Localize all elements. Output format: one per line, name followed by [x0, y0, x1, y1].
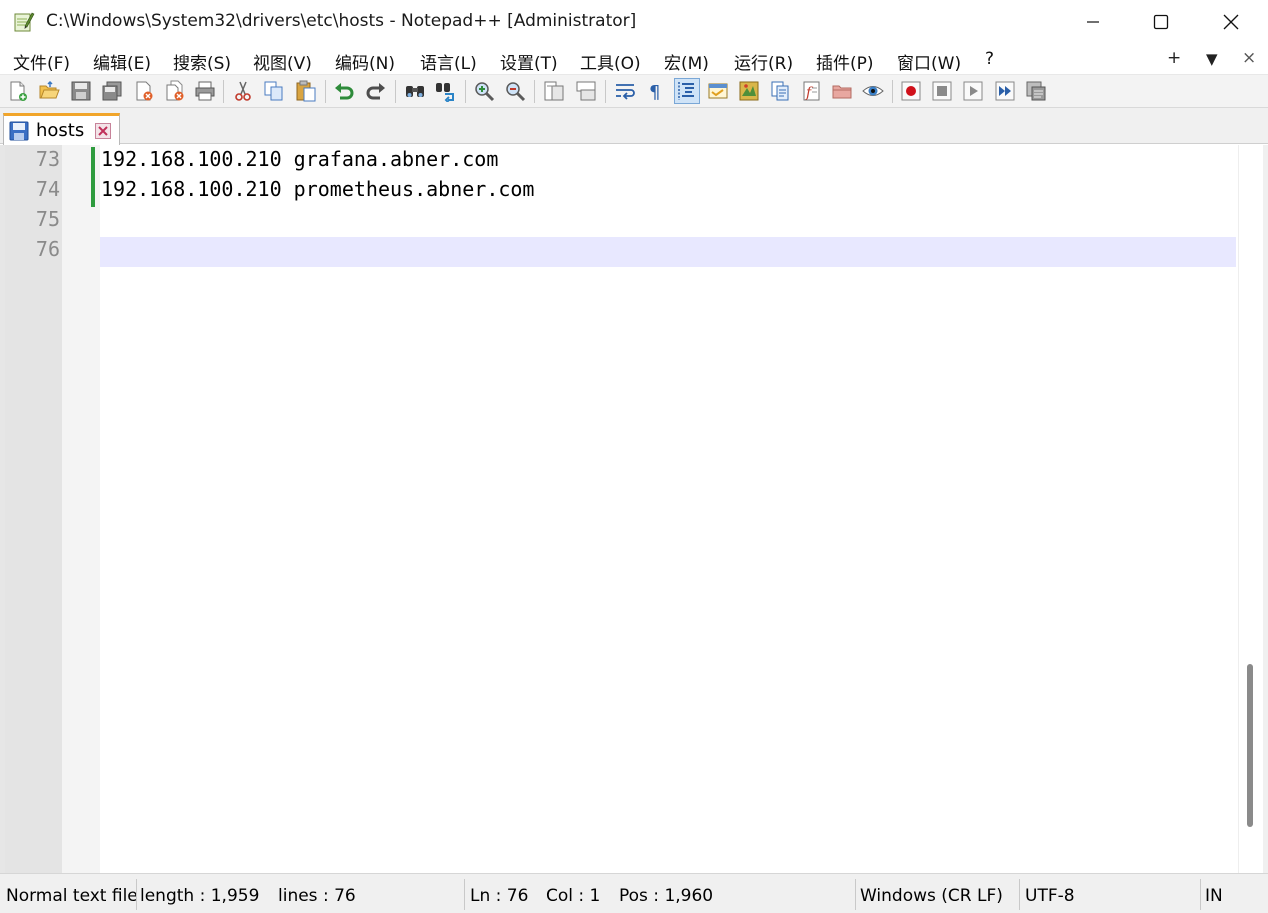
- sync-horizontal-icon[interactable]: [574, 79, 598, 103]
- save-all-icon[interactable]: [100, 79, 124, 103]
- menu-plugins[interactable]: 插件(P): [816, 49, 874, 74]
- find-icon[interactable]: [403, 79, 427, 103]
- menu-macro[interactable]: 宏(M): [664, 49, 709, 74]
- toolbar-separator: [223, 80, 224, 103]
- current-line-highlight: [100, 237, 1236, 267]
- zoom-out-icon[interactable]: [503, 79, 527, 103]
- menu-language[interactable]: 语言(L): [420, 49, 477, 74]
- toolbar: ¶ f: [0, 74, 1268, 108]
- status-bar: Normal text file length : 1,959 lines : …: [0, 873, 1268, 913]
- play-macro-icon[interactable]: [961, 79, 985, 103]
- svg-text:¶: ¶: [649, 82, 660, 102]
- cut-icon[interactable]: [231, 79, 255, 103]
- status-length: length : 1,959: [140, 886, 260, 906]
- menu-view[interactable]: 视图(V): [253, 49, 312, 74]
- tab-hosts[interactable]: hosts: [3, 113, 120, 145]
- menu-window[interactable]: 窗口(W): [897, 49, 961, 74]
- status-eol[interactable]: Windows (CR LF): [860, 886, 1003, 906]
- stop-macro-icon[interactable]: [930, 79, 954, 103]
- tab-list-dropdown-button[interactable]: ▼: [1206, 50, 1218, 68]
- save-macro-icon[interactable]: [1024, 79, 1048, 103]
- replace-icon[interactable]: [434, 79, 458, 103]
- close-document-button[interactable]: ×: [1242, 48, 1256, 68]
- status-encoding[interactable]: UTF-8: [1025, 886, 1075, 906]
- code-line[interactable]: 192.168.100.210 prometheus.abner.com: [101, 177, 534, 201]
- maximize-icon: [1153, 14, 1169, 30]
- status-divider: [855, 879, 856, 910]
- window-right-edge: [1263, 145, 1268, 873]
- redo-icon[interactable]: [364, 79, 388, 103]
- save-icon: [8, 120, 30, 142]
- new-tab-plus-button[interactable]: +: [1167, 48, 1181, 68]
- menu-encoding[interactable]: 编码(N): [335, 49, 395, 74]
- folder-workspace-icon[interactable]: [830, 79, 854, 103]
- tab-label: hosts: [36, 120, 85, 141]
- minimize-icon: [1087, 21, 1099, 23]
- line-number: 75: [35, 207, 60, 231]
- status-position: Pos : 1,960: [619, 886, 714, 906]
- maximize-button[interactable]: [1127, 0, 1195, 44]
- line-number: 73: [35, 147, 60, 171]
- menu-file[interactable]: 文件(F): [13, 49, 70, 74]
- undo-icon[interactable]: [332, 79, 356, 103]
- code-line[interactable]: 192.168.100.210 grafana.abner.com: [101, 147, 498, 171]
- status-divider: [1019, 879, 1020, 910]
- new-file-icon[interactable]: [6, 79, 30, 103]
- udl-icon[interactable]: [706, 79, 730, 103]
- copy-icon[interactable]: [262, 79, 286, 103]
- save-icon[interactable]: [69, 79, 93, 103]
- status-divider: [1200, 879, 1201, 910]
- fold-margin[interactable]: [62, 145, 100, 873]
- status-lines: lines : 76: [278, 886, 356, 906]
- document-tab-bar: hosts: [0, 108, 1268, 145]
- doc-map-icon[interactable]: [737, 79, 761, 103]
- sync-vertical-icon[interactable]: [542, 79, 566, 103]
- record-macro-icon[interactable]: [899, 79, 923, 103]
- close-all-icon[interactable]: [163, 79, 187, 103]
- toolbar-separator: [325, 80, 326, 103]
- menu-tools[interactable]: 工具(O): [580, 49, 641, 74]
- window-title: C:\Windows\System32\drivers\etc\hosts - …: [46, 11, 637, 31]
- status-file-type: Normal text file: [6, 886, 136, 906]
- tab-close-icon[interactable]: [95, 123, 111, 139]
- status-line-number: Ln : 76: [470, 886, 529, 906]
- line-number: 76: [35, 237, 60, 261]
- indent-guide-icon[interactable]: [674, 78, 700, 104]
- toolbar-separator: [892, 80, 893, 103]
- close-icon: [1223, 14, 1239, 30]
- toolbar-separator: [534, 80, 535, 103]
- status-divider: [464, 879, 465, 910]
- monitoring-icon[interactable]: [861, 79, 885, 103]
- show-all-chars-icon[interactable]: ¶: [643, 79, 667, 103]
- word-wrap-icon[interactable]: [613, 79, 637, 103]
- status-divider: [136, 879, 137, 910]
- status-column: Col : 1: [546, 886, 601, 906]
- paste-icon[interactable]: [294, 79, 318, 103]
- vertical-scrollbar-thumb[interactable]: [1247, 664, 1253, 827]
- title-bar: C:\Windows\System32\drivers\etc\hosts - …: [0, 0, 1268, 44]
- toolbar-separator: [605, 80, 606, 103]
- toolbar-separator: [395, 80, 396, 103]
- line-number: 74: [35, 177, 60, 201]
- status-insert-mode: IN: [1205, 886, 1221, 906]
- zoom-in-icon[interactable]: [472, 79, 496, 103]
- toolbar-separator: [465, 80, 466, 103]
- menu-run[interactable]: 运行(R): [734, 49, 793, 74]
- function-list-icon[interactable]: f: [800, 79, 824, 103]
- menu-help[interactable]: ?: [985, 49, 994, 69]
- menu-search[interactable]: 搜索(S): [173, 49, 231, 74]
- menu-settings[interactable]: 设置(T): [500, 49, 558, 74]
- menu-edit[interactable]: 编辑(E): [93, 49, 151, 74]
- notepadpp-app-icon[interactable]: [13, 11, 35, 33]
- open-file-icon[interactable]: [37, 79, 61, 103]
- close-window-button[interactable]: [1197, 0, 1265, 44]
- minimize-button[interactable]: [1059, 0, 1127, 44]
- close-file-icon[interactable]: [132, 79, 156, 103]
- print-icon[interactable]: [193, 79, 217, 103]
- change-history-marker: [91, 147, 95, 207]
- doc-list-icon[interactable]: [768, 79, 792, 103]
- menu-bar: 文件(F) 编辑(E) 搜索(S) 视图(V) 编码(N) 语言(L) 设置(T…: [0, 44, 1268, 74]
- run-macro-multiple-icon[interactable]: [993, 79, 1017, 103]
